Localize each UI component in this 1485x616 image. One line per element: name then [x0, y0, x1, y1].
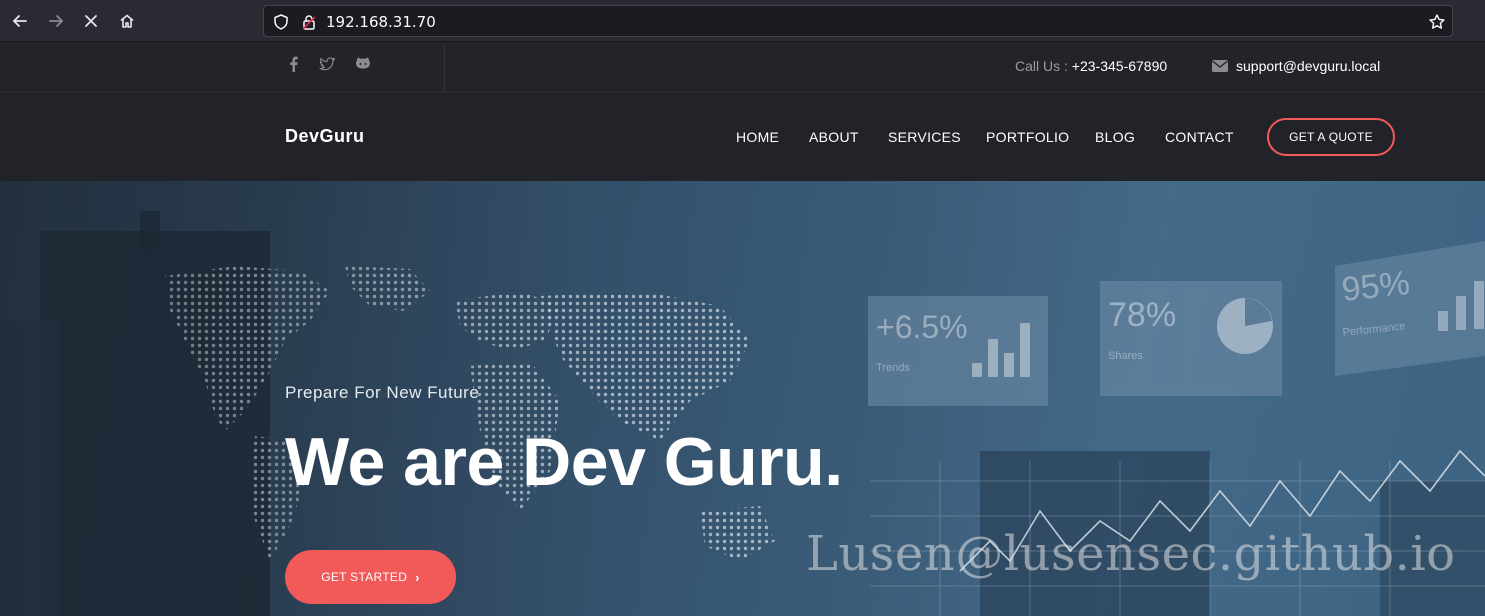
panel-shares-label: Shares [1108, 350, 1143, 362]
site-header: DevGuru HOME ABOUT SERVICES PORTFOLIO BL… [0, 94, 1485, 181]
chevron-right-icon: › [415, 569, 420, 585]
panel-performance-value: 95% [1340, 264, 1412, 309]
home-button[interactable] [114, 8, 140, 34]
call-number[interactable]: +23-345-67890 [1072, 58, 1167, 74]
shield-icon[interactable] [272, 13, 290, 31]
site-logo[interactable]: DevGuru [285, 126, 365, 147]
hero-title: We are Dev Guru. [285, 424, 843, 500]
panel-trends-label: Trends [876, 362, 910, 374]
forward-button[interactable] [43, 8, 69, 34]
forward-arrow-icon [49, 15, 64, 27]
envelope-icon [1212, 60, 1228, 72]
nav-about[interactable]: ABOUT [809, 129, 859, 145]
nav-contact[interactable]: CONTACT [1165, 129, 1234, 145]
stats-panel-shares: 78% Shares [1100, 281, 1282, 396]
nav-services[interactable]: SERVICES [888, 129, 961, 145]
address-bar[interactable]: 192.168.31.70 [263, 5, 1453, 37]
home-icon [120, 14, 134, 28]
panel-trends-value: +6.5% [876, 309, 968, 345]
support-email[interactable]: support@devguru.local [1236, 58, 1380, 74]
get-a-quote-button[interactable]: GET A QUOTE [1267, 118, 1395, 156]
twitter-link[interactable] [318, 55, 338, 75]
call-label: Call Us : [1015, 58, 1072, 74]
hero-subtitle: Prepare For New Future [285, 383, 480, 402]
back-arrow-icon [12, 15, 27, 27]
close-icon [85, 15, 97, 27]
get-started-button[interactable]: GET STARTED › [285, 550, 456, 604]
watermark-text: Lusen@lusensec.github.io [806, 526, 1456, 582]
nav-home[interactable]: HOME [736, 129, 779, 145]
stats-panel-trends: +6.5% Trends [868, 296, 1048, 406]
topbar-divider [444, 43, 445, 93]
top-info-bar: Call Us : +23-345-67890 support@devguru.… [0, 43, 1485, 93]
facebook-icon [290, 56, 298, 72]
github-icon [356, 57, 370, 69]
panel-shares-value: 78% [1108, 296, 1176, 334]
hero-banner: +6.5% Trends 78% Shares 95% Performance [0, 181, 1485, 616]
nav-portfolio[interactable]: PORTFOLIO [986, 129, 1069, 145]
facebook-link[interactable] [285, 55, 305, 75]
github-link[interactable] [354, 55, 374, 75]
browser-toolbar: 192.168.31.70 [0, 0, 1485, 42]
twitter-icon [319, 57, 336, 71]
back-button[interactable] [7, 8, 33, 34]
get-started-label: GET STARTED [321, 570, 408, 584]
bookmark-star-icon[interactable] [1428, 13, 1446, 31]
stop-button[interactable] [78, 8, 104, 34]
url-text: 192.168.31.70 [326, 13, 436, 31]
nav-blog[interactable]: BLOG [1095, 129, 1135, 145]
call-us: Call Us : +23-345-67890 [1015, 58, 1167, 74]
lock-insecure-icon[interactable] [300, 13, 318, 31]
